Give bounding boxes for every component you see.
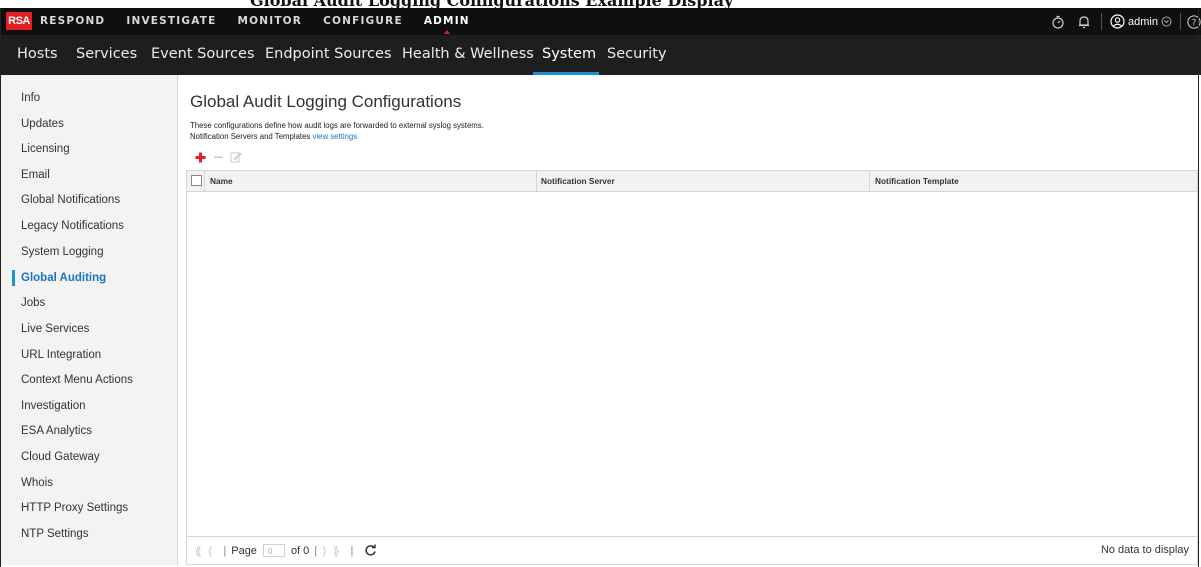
document-header-text: Global Audit Logging Configurations Exam… (250, 0, 733, 8)
window-frame (0, 8, 1199, 567)
document-header-fragment: Global Audit Logging Configurations Exam… (0, 0, 1201, 8)
